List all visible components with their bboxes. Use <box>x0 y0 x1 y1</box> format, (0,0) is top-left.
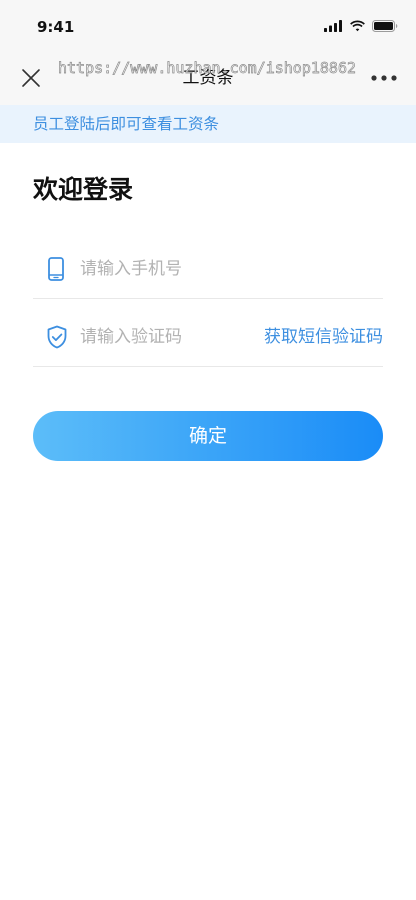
wifi-icon <box>349 20 366 32</box>
status-icons <box>324 19 398 32</box>
divider <box>33 298 383 299</box>
page-title: 工资条 <box>182 68 234 88</box>
divider <box>33 366 383 367</box>
signal-icon <box>324 19 343 32</box>
banner-text: 员工登陆后即可查看工资条 <box>33 115 220 133</box>
top-bar-area: 9:41 工资条 https://www.huzhan.com/ishop188… <box>0 0 416 105</box>
verification-code-input[interactable] <box>80 314 250 360</box>
status-time: 9:41 <box>37 18 75 36</box>
more-icon <box>371 75 397 81</box>
confirm-button[interactable]: 确定 <box>33 411 383 461</box>
info-banner: 员工登陆后即可查看工资条 <box>0 105 416 143</box>
code-field-row: 获取短信验证码 <box>33 314 383 360</box>
phone-field-row <box>33 246 383 292</box>
shield-check-icon <box>46 325 68 349</box>
more-button[interactable] <box>371 74 397 82</box>
phone-input[interactable] <box>80 246 380 292</box>
battery-icon <box>372 19 398 32</box>
login-heading: 欢迎登录 <box>33 175 134 204</box>
get-sms-code-button[interactable]: 获取短信验证码 <box>264 314 383 360</box>
phone-icon <box>48 257 64 281</box>
